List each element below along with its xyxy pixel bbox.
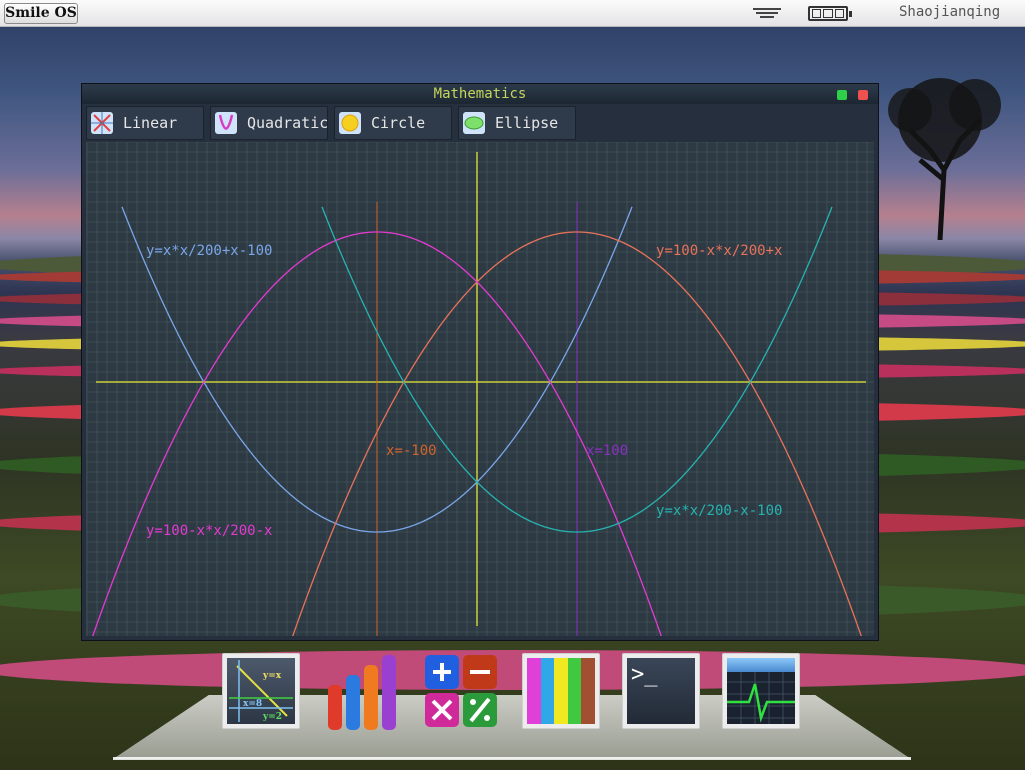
- tab-ellipse[interactable]: Ellipse: [458, 106, 576, 140]
- window-title[interactable]: Mathematics: [82, 84, 878, 104]
- calculator-icon: [425, 655, 497, 727]
- quadratic-icon: [215, 112, 237, 134]
- system-monitor-icon: [727, 658, 795, 724]
- label-eq3: y=100-x*x/200-x: [146, 523, 272, 539]
- svg-text:x=8: x=8: [243, 699, 262, 709]
- mathematics-window: Mathematics Linear Quadratic Circle Elli…: [81, 83, 879, 641]
- bar-chart-icon: [328, 655, 396, 730]
- circle-icon: [339, 112, 361, 134]
- label-vline1: x=-100: [386, 443, 437, 459]
- menu-lines-icon[interactable]: [753, 8, 781, 22]
- ellipse-icon: [463, 112, 485, 134]
- dock-shelf-edge: [113, 757, 911, 760]
- tab-label: Quadratic: [247, 114, 329, 132]
- dock-calculator-app[interactable]: [423, 653, 503, 731]
- tab-linear[interactable]: Linear: [86, 106, 204, 140]
- math-graph-icon: y=x x=8 y=2: [227, 658, 295, 724]
- terminal-icon: >_: [627, 658, 695, 724]
- color-palette-icon: [527, 658, 595, 724]
- dock-color-app[interactable]: [522, 653, 602, 731]
- label-vline2: x=100: [586, 443, 628, 459]
- graph-canvas: y=x*x/200+x-100 y=100-x*x/200+x y=100-x*…: [86, 142, 874, 636]
- dock-chart-app[interactable]: [324, 653, 404, 731]
- label-eq2: y=100-x*x/200+x: [656, 243, 782, 259]
- dock-math-app[interactable]: y=x x=8 y=2: [222, 653, 302, 731]
- dock-terminal-app[interactable]: >_: [622, 653, 702, 731]
- username-label[interactable]: Shaojianqing: [899, 4, 1000, 20]
- top-bar: Smile OS Shaojianqing: [0, 0, 1025, 27]
- grid-lines: [86, 142, 874, 636]
- tab-label: Linear: [123, 114, 178, 132]
- tab-label: Circle: [371, 114, 426, 132]
- linear-icon: [91, 112, 113, 134]
- svg-text:y=x: y=x: [262, 671, 282, 681]
- tab-label: Ellipse: [495, 114, 559, 132]
- tab-circle[interactable]: Circle: [334, 106, 452, 140]
- label-eq4: y=x*x/200-x-100: [656, 503, 782, 519]
- tab-bar: Linear Quadratic Circle Ellipse: [86, 106, 576, 140]
- close-button[interactable]: [858, 90, 868, 100]
- tab-quadratic[interactable]: Quadratic: [210, 106, 328, 140]
- function-graph[interactable]: y=x*x/200+x-100 y=100-x*x/200+x y=100-x*…: [86, 142, 874, 636]
- svg-text:y=2: y=2: [262, 712, 282, 722]
- minimize-button[interactable]: [837, 90, 847, 100]
- battery-icon[interactable]: [808, 6, 852, 21]
- label-eq1: y=x*x/200+x-100: [146, 243, 272, 259]
- dock-monitor-app[interactable]: [722, 653, 802, 731]
- tree-silhouette: [888, 78, 1001, 240]
- start-button[interactable]: Smile OS: [4, 3, 78, 24]
